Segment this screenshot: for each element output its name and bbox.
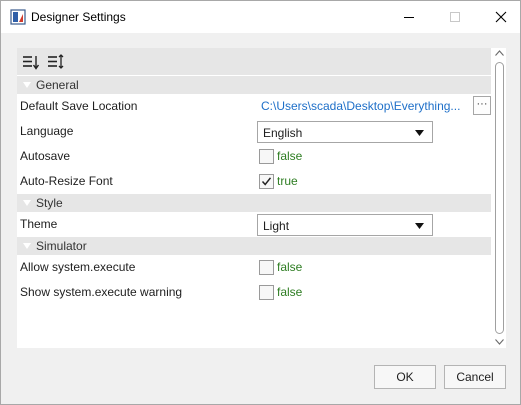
designer-settings-window: Designer Settings General Default Save L… bbox=[0, 0, 521, 405]
property-label: Auto-Resize Font bbox=[20, 174, 113, 188]
category-label: General bbox=[36, 78, 79, 92]
minimize-icon bbox=[404, 17, 414, 18]
category-general[interactable]: General bbox=[17, 76, 491, 94]
checkbox-value-text: false bbox=[277, 149, 303, 163]
window-title: Designer Settings bbox=[31, 10, 126, 24]
property-grid-toolbar bbox=[17, 48, 491, 75]
cancel-button[interactable]: Cancel bbox=[444, 365, 506, 389]
property-label: Allow system.execute bbox=[20, 260, 136, 274]
scroll-down-arrow-icon[interactable] bbox=[495, 339, 504, 345]
close-icon bbox=[495, 11, 507, 23]
title-bar[interactable]: Designer Settings bbox=[1, 1, 520, 33]
category-style[interactable]: Style bbox=[17, 194, 491, 212]
property-label: Language bbox=[20, 124, 74, 138]
maximize-icon bbox=[450, 12, 460, 22]
browse-button[interactable]: ··· bbox=[473, 96, 491, 115]
auto-resize-font-checkbox[interactable] bbox=[259, 174, 274, 189]
property-value: C:\Users\scada\Desktop\Everything... ··· bbox=[257, 94, 491, 119]
minimize-button[interactable] bbox=[386, 1, 432, 33]
property-row-language: Language English bbox=[17, 119, 491, 144]
collapse-triangle-icon[interactable] bbox=[23, 243, 31, 249]
theme-dropdown[interactable]: Light bbox=[257, 214, 433, 236]
property-label: Autosave bbox=[20, 149, 71, 163]
checkmark-icon bbox=[261, 177, 272, 186]
category-simulator[interactable]: Simulator bbox=[17, 237, 491, 255]
property-label: Default Save Location bbox=[20, 99, 138, 113]
property-value: Light bbox=[257, 212, 491, 237]
close-button[interactable] bbox=[478, 1, 521, 33]
property-row-default-save-location: Default Save Location C:\Users\scada\Des… bbox=[17, 94, 491, 119]
collapse-triangle-icon[interactable] bbox=[23, 200, 31, 206]
scroll-up-arrow-icon[interactable] bbox=[495, 50, 504, 56]
collapse-triangle-icon[interactable] bbox=[23, 82, 31, 88]
property-value: false bbox=[257, 255, 491, 280]
property-label: Show system.execute warning bbox=[20, 285, 183, 299]
vertical-scrollbar[interactable] bbox=[493, 48, 506, 348]
scrollbar-thumb[interactable] bbox=[495, 62, 504, 334]
property-value: false bbox=[257, 144, 491, 169]
property-grid: General Default Save Location C:\Users\s… bbox=[17, 48, 506, 348]
category-label: Simulator bbox=[36, 239, 87, 253]
designer-app-icon bbox=[10, 9, 26, 25]
property-row-auto-resize-font: Auto-Resize Font true bbox=[17, 169, 491, 194]
category-label: Style bbox=[36, 196, 63, 210]
property-row-theme: Theme Light bbox=[17, 212, 491, 237]
show-system-execute-warning-checkbox[interactable] bbox=[259, 285, 274, 300]
dropdown-arrow-icon bbox=[415, 130, 424, 136]
checkbox-value-text: false bbox=[277, 260, 303, 274]
sort-alphabetical-icon[interactable] bbox=[22, 53, 40, 71]
property-value: true bbox=[257, 169, 491, 194]
categorized-list-icon[interactable] bbox=[47, 53, 65, 71]
property-row-show-system-execute-warning: Show system.execute warning false bbox=[17, 280, 491, 305]
property-value: English bbox=[257, 119, 491, 144]
property-value: false bbox=[257, 280, 491, 305]
property-row-autosave: Autosave false bbox=[17, 144, 491, 169]
checkbox-value-text: true bbox=[277, 174, 298, 188]
save-location-path[interactable]: C:\Users\scada\Desktop\Everything... bbox=[261, 99, 473, 113]
autosave-checkbox[interactable] bbox=[259, 149, 274, 164]
language-dropdown[interactable]: English bbox=[257, 121, 433, 143]
dropdown-selected-value: Light bbox=[263, 219, 290, 233]
dropdown-arrow-icon bbox=[415, 223, 424, 229]
maximize-button[interactable] bbox=[432, 1, 478, 33]
dropdown-selected-value: English bbox=[263, 126, 303, 140]
allow-system-execute-checkbox[interactable] bbox=[259, 260, 274, 275]
property-label: Theme bbox=[20, 217, 58, 231]
ok-button[interactable]: OK bbox=[374, 365, 436, 389]
checkbox-value-text: false bbox=[277, 285, 303, 299]
property-row-allow-system-execute: Allow system.execute false bbox=[17, 255, 491, 280]
